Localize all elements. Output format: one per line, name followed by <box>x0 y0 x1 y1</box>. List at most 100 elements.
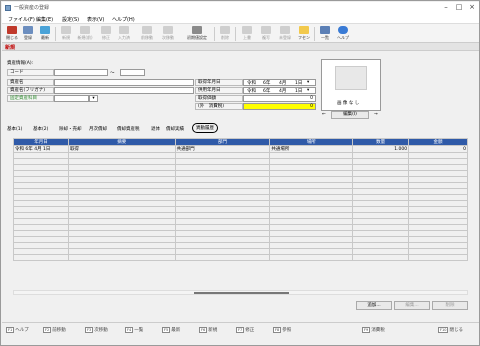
delete-button[interactable]: 削除 <box>432 301 468 310</box>
cost-label: 取得価額 <box>195 95 243 102</box>
sticky-note-icon <box>299 26 309 34</box>
fkey-help[interactable]: F1 ヘルプ <box>6 327 29 333</box>
maximize-icon[interactable]: □ <box>453 3 465 11</box>
menu-view[interactable]: 表示(V) <box>87 16 104 23</box>
col-date[interactable]: 年月日 <box>13 138 69 146</box>
menu-file[interactable]: ファイル(F) <box>8 16 35 23</box>
cost-input[interactable]: 0 <box>243 95 316 102</box>
save-icon <box>23 26 33 34</box>
table-row[interactable] <box>13 254 468 261</box>
edit-icon <box>101 26 111 34</box>
toolbar-edit-button[interactable]: 修正 <box>98 26 114 41</box>
category-dropdown-icon[interactable]: ▾ <box>89 95 98 102</box>
calendar-dropdown-icon[interactable]: ▾ <box>307 80 309 85</box>
asset-kana-input[interactable] <box>54 87 194 94</box>
overwrite-icon <box>242 26 252 34</box>
tab-transfer-history[interactable]: 異動履歴 <box>192 123 218 133</box>
menu-bar: ファイル(F) 編集(E) 設定(S) 表示(V) ヘルプ(H) <box>2 14 479 24</box>
toolbar-defaults-button[interactable]: 初期値設定 <box>184 26 210 41</box>
app-icon <box>5 5 11 11</box>
asset-name-input[interactable] <box>54 79 194 86</box>
toolbar-new-button[interactable]: 新規 <box>58 26 74 41</box>
code-label: コード <box>7 69 54 76</box>
menu-settings[interactable]: 設定(S) <box>62 16 79 23</box>
scrollbar-thumb[interactable] <box>194 292 289 294</box>
acquire-date-label: 取得年月日 <box>195 79 243 86</box>
toolbar: 閉じる 登録 最新 新規 新規(前) 修正 入力済 前移動 次移動 初期値設定 … <box>2 24 479 43</box>
toolbar-new-copy-button[interactable]: 新規(前) <box>77 26 93 41</box>
use-date-label: 供用年月日 <box>195 87 243 94</box>
fkey-close[interactable]: F10 閉じる <box>438 327 463 333</box>
category-input[interactable] <box>54 95 89 102</box>
acquire-date-field[interactable]: 令和 6年 4月 1日 ▾ <box>243 79 316 86</box>
mode-bar: 新規 <box>2 43 479 51</box>
new-copy-icon <box>80 26 90 34</box>
col-dept[interactable]: 部門 <box>174 138 271 146</box>
input-icon <box>119 26 129 34</box>
fkey-reference[interactable]: F8 参照 <box>273 327 291 333</box>
tax-input[interactable]: 0 <box>243 103 316 110</box>
toolbar-refresh-button[interactable]: 最新 <box>37 26 53 41</box>
fkey-edit[interactable]: F7 修正 <box>236 327 254 333</box>
image-prev-arrow-icon[interactable]: ← <box>322 112 326 117</box>
toolbar-unregistered-button[interactable]: 未登録 <box>277 26 293 41</box>
table-row[interactable]: 令和 6年 4月 1日 取得 共通部門 共通場所 1.000 0 <box>13 145 468 153</box>
add-button[interactable]: 追加... <box>356 301 392 310</box>
function-key-bar: F1 ヘルプ F2 前移動 F3 次移動 F4 一覧 F5 最新 F6 新規 F7 修正 F8… <box>2 322 479 336</box>
list-icon <box>320 26 330 34</box>
minimize-icon[interactable]: – <box>440 3 452 11</box>
tab-retired[interactable]: 退体 <box>151 126 160 132</box>
tab-asset-tax[interactable]: 償却資産税 <box>117 126 140 132</box>
toolbar-sticky-note-button[interactable]: フセン <box>296 26 312 41</box>
col-qty[interactable]: 数量 <box>352 138 410 146</box>
fkey-next[interactable]: F3 次移動 <box>85 327 108 333</box>
menu-edit[interactable]: 編集(E) <box>36 16 53 23</box>
image-panel: 画 像 な し <box>321 59 381 111</box>
asset-kana-label: 資産名(フリガナ) <box>7 87 54 94</box>
title-bar: 一般資産の登録 – □ × <box>2 2 479 14</box>
close-window-icon[interactable]: × <box>466 3 478 11</box>
tab-monthly-depreciation[interactable]: 月次償却 <box>89 126 107 132</box>
toolbar-save-button[interactable]: 登録 <box>20 26 36 41</box>
fkey-new[interactable]: F6 新規 <box>199 327 217 333</box>
use-date-field[interactable]: 令和 6年 4月 1日 ▾ <box>243 87 316 94</box>
tab-basic-1[interactable]: 基本(1) <box>7 126 22 132</box>
toolbar-prev-button[interactable]: 前移動 <box>139 26 155 41</box>
col-amount[interactable]: 金額 <box>408 138 468 146</box>
toolbar-help-button[interactable]: ヘルプ <box>335 26 351 41</box>
menu-help[interactable]: ヘルプ(H) <box>112 16 135 23</box>
fkey-tax[interactable]: F9 消費税 <box>362 327 385 333</box>
toolbar-delete-button[interactable]: 削除 <box>217 26 233 41</box>
mode-label: 新規 <box>5 45 16 51</box>
toolbar-next-button[interactable]: 次移動 <box>160 26 176 41</box>
asset-name-label: 資産名 <box>7 79 54 86</box>
refresh-icon <box>40 26 50 34</box>
calendar-dropdown-icon[interactable]: ▾ <box>307 88 309 93</box>
defaults-icon <box>192 26 202 34</box>
col-place[interactable]: 場所 <box>269 138 354 146</box>
fkey-refresh[interactable]: F5 最新 <box>162 327 180 333</box>
delete-icon <box>220 26 230 34</box>
image-next-arrow-icon[interactable]: → <box>374 112 378 117</box>
toolbar-copy-button[interactable]: 複写 <box>258 26 274 41</box>
toolbar-input-button[interactable]: 入力済 <box>116 26 132 41</box>
toolbar-overwrite-button[interactable]: 上書 <box>239 26 255 41</box>
code-from-input[interactable] <box>54 69 108 76</box>
tab-depreciation-record[interactable]: 償却実績 <box>166 126 184 132</box>
new-icon <box>61 26 71 34</box>
code-to-input[interactable] <box>120 69 145 76</box>
col-summary[interactable]: 摘要 <box>67 138 176 146</box>
category-label: 固定資産科目 <box>7 95 54 102</box>
toolbar-close-button[interactable]: 閉じる <box>4 26 20 41</box>
tab-basic-2[interactable]: 基本(2) <box>33 126 48 132</box>
horizontal-scrollbar[interactable] <box>13 290 468 295</box>
tax-label: (外 消費税) <box>195 103 243 110</box>
fkey-list[interactable]: F4 一覧 <box>125 327 143 333</box>
code-range-sep: ～ <box>110 71 115 76</box>
tab-disposal[interactable]: 除却・売却 <box>59 126 82 132</box>
fkey-prev[interactable]: F2 前移動 <box>43 327 66 333</box>
image-edit-button[interactable]: 編集(I) <box>331 111 369 119</box>
next-icon <box>163 26 173 34</box>
toolbar-list-button[interactable]: 一覧 <box>317 26 333 41</box>
edit-button[interactable]: 編集... <box>394 301 430 310</box>
